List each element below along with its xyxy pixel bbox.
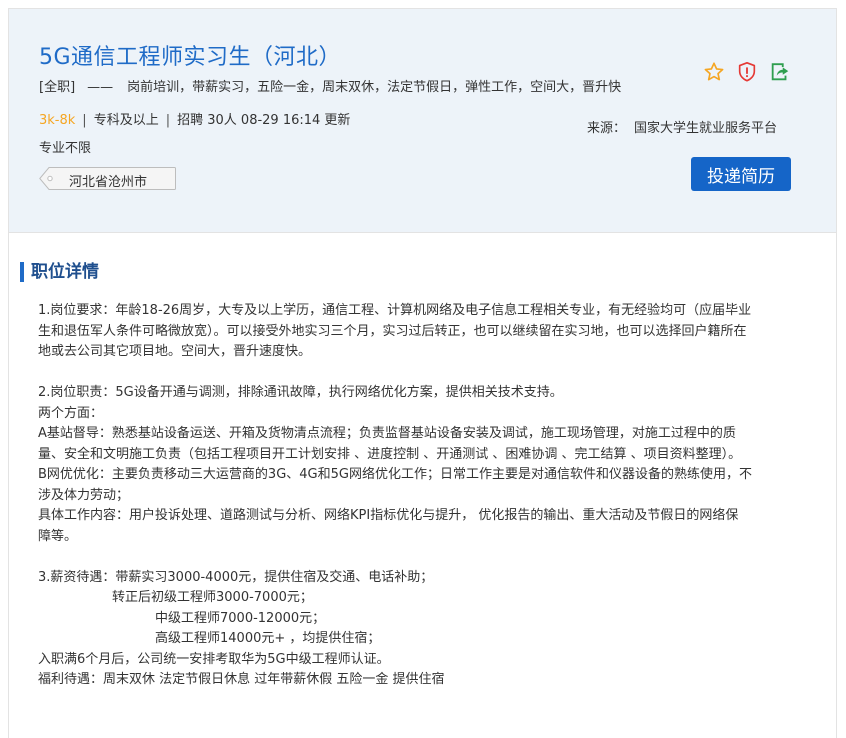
desc-line: 3.薪资待遇：带薪实习3000-4000元，提供住宿及交通、电话补助；	[38, 569, 434, 585]
desc-gap	[38, 363, 808, 384]
desc-line: A基站督导：熟悉基站设备运送、开箱及货物清点流程；负责监督基站设备安装及调试，施…	[38, 426, 736, 441]
desc-line: 两个方面：	[38, 405, 104, 421]
job-header: 5G通信工程师实习生（河北） [全职] —— 岗前培训，带薪实习，五险一金，周末双休…	[9, 9, 836, 233]
job-benefits: 岗前培训，带薪实习，五险一金，周末双休，法定节假日，弹性工作，空间大，晋升快	[127, 80, 622, 95]
source-info: 来源： 国家大学生就业服务平台	[587, 117, 777, 136]
desc-line: 生和退伍军人条件可略微放宽）。可以接受外地实习三个月，实习过后转正，也可以继续留…	[38, 323, 747, 339]
shield-alert-icon[interactable]	[736, 61, 758, 83]
job-tags-line: [全职] —— 岗前培训，带薪实习，五险一金，周末双休，法定节假日，弹性工作，空间大…	[39, 76, 621, 95]
desc-line: 1.岗位要求：年龄18-26周岁，大专及以上学历，通信工程、计算机网络及电子信息…	[38, 303, 752, 318]
section-title-job-details: 职位详情	[20, 262, 99, 282]
desc-line: 量、安全和文明施工负责（包括工程项目开工计划安排 、进度控制 、开通测试 、困难…	[38, 446, 742, 462]
star-icon[interactable]	[703, 61, 725, 83]
separator: |	[165, 113, 171, 128]
job-description: 1.岗位要求：年龄18-26周岁，大专及以上学历，通信工程、计算机网络及电子信息…	[38, 301, 808, 691]
desc-line: 高级工程师14000元+ ，均提供住宿；	[155, 631, 381, 646]
source-label: 来源：	[587, 121, 627, 136]
headcount: 招聘 30人	[177, 113, 237, 128]
desc-line: 具体工作内容：用户投诉处理、道路测试与分析、网络KPI指标优化与提升， 优化报告…	[38, 508, 739, 523]
desc-line: 中级工程师7000-12000元；	[155, 610, 326, 626]
action-icons	[703, 61, 793, 85]
desc-line: 转正后初级工程师3000-7000元；	[112, 590, 313, 605]
job-meta-line: 3k-8k | 专科及以上 | 招聘 30人 08-29 16:14 更新	[39, 109, 350, 128]
desc-line: 障等。	[38, 528, 78, 544]
desc-gap	[38, 547, 808, 568]
source-name: 国家大学生就业服务平台	[634, 121, 778, 136]
desc-line: 涉及体力劳动；	[38, 487, 130, 503]
location-tag[interactable]: 河北省沧州市	[39, 167, 176, 190]
apply-resume-button[interactable]: 投递简历	[691, 157, 791, 191]
desc-line: B网优优化：主要负责移动三大运营商的3G、4G和5G网络优化工作；日常工作主要是…	[38, 467, 752, 482]
desc-line: 福利待遇：周末双休 法定节假日休息 过年带薪休假 五险一金 提供住宿	[38, 672, 445, 687]
education: 专科及以上	[93, 113, 159, 128]
salary: 3k-8k	[39, 113, 76, 128]
share-icon[interactable]	[769, 61, 791, 83]
desc-line: 地或去公司其它项目地。空间大，晋升速度快。	[38, 344, 312, 359]
dash: ——	[87, 80, 114, 95]
major-requirement: 专业不限	[39, 141, 92, 156]
separator: |	[82, 113, 87, 128]
location-text: 河北省沧州市	[69, 175, 148, 190]
desc-line: 2.岗位职责：5G设备开通与调测，排除通讯故障，执行网络优化方案，提供相关技术支…	[38, 385, 563, 400]
job-title: 5G通信工程师实习生（河北）	[39, 45, 342, 70]
updated-time: 08-29 16:14 更新	[240, 113, 351, 128]
desc-line: 入职满6个月后，公司统一安排考取华为5G中级工程师认证。	[38, 651, 390, 667]
job-type: [全职]	[39, 80, 76, 95]
